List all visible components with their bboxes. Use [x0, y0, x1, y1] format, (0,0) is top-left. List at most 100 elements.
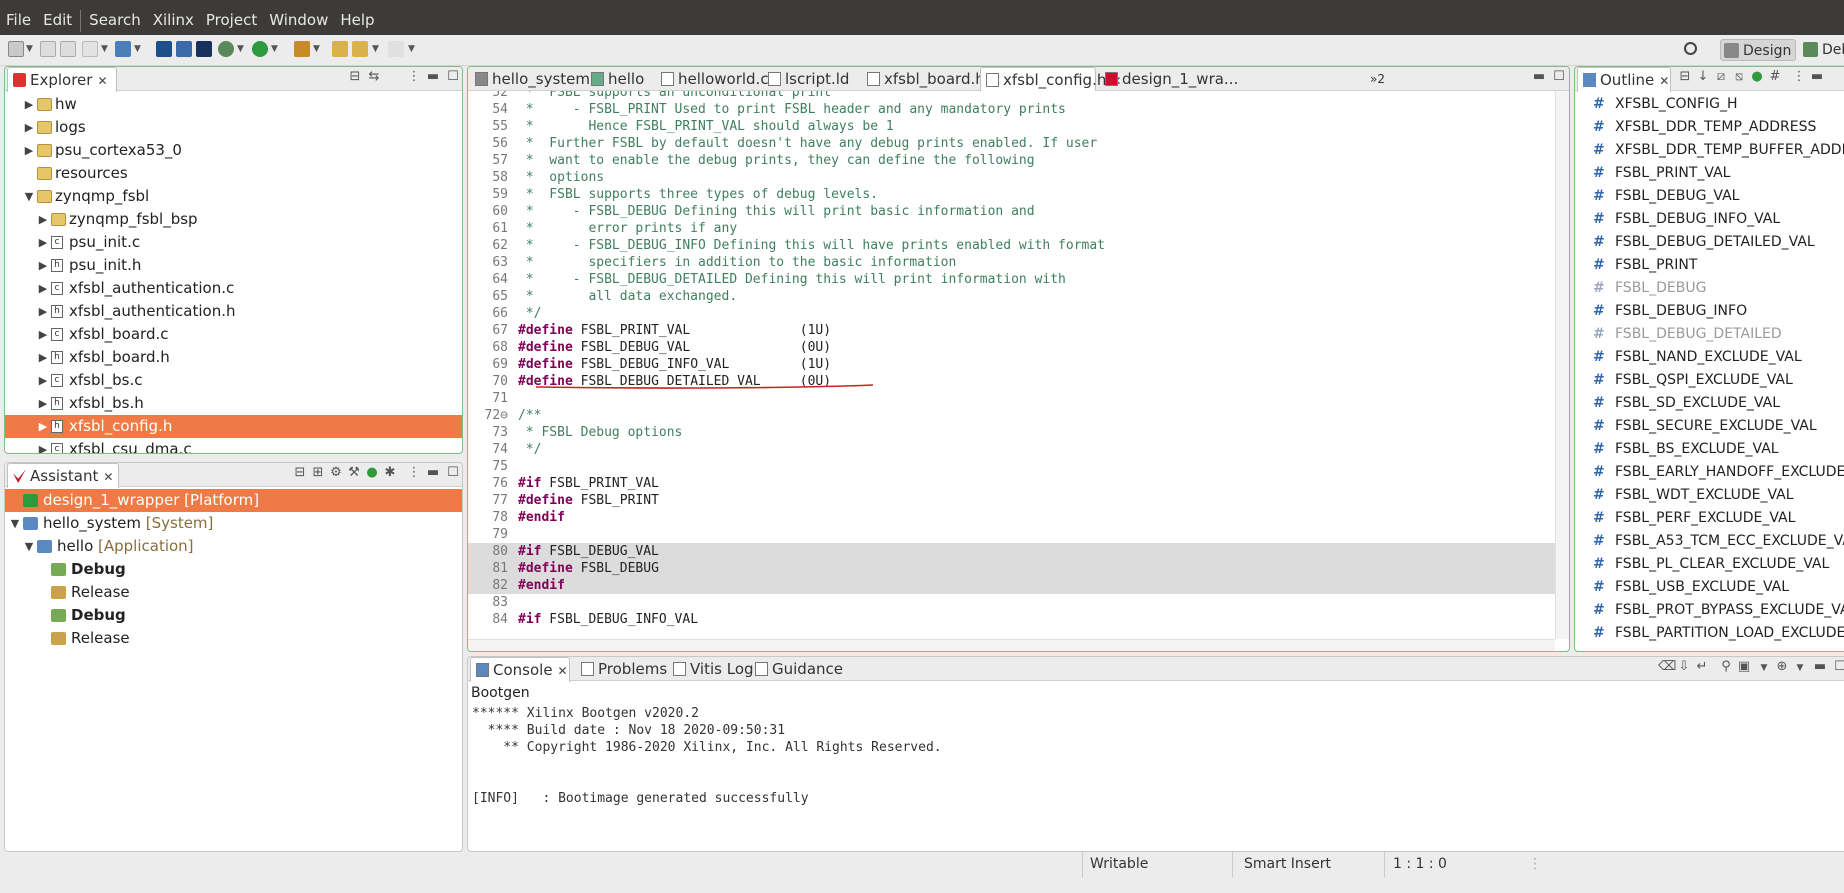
clear-console-icon[interactable]: ⌫ — [1658, 659, 1676, 674]
assistant-item[interactable]: design_1_wrapper [Platform] — [5, 489, 462, 512]
previous-edit-icon[interactable] — [332, 41, 348, 57]
sort-icon[interactable]: ↓ — [1695, 69, 1711, 84]
outline-item[interactable]: # FSBL_PRINT_VAL — [1575, 162, 1844, 185]
maximize-icon[interactable]: ☐ — [1832, 659, 1844, 674]
minimize-icon[interactable]: ▬ — [425, 69, 441, 84]
scroll-lock-icon[interactable]: ⇩ — [1676, 659, 1692, 674]
view-menu-icon[interactable]: ⋮ — [406, 69, 422, 84]
run-icon[interactable] — [252, 41, 268, 57]
close-icon[interactable]: ✕ — [558, 664, 568, 678]
run-icon[interactable]: ● — [364, 465, 380, 480]
outline-item[interactable]: # FSBL_DEBUG_INFO_VAL — [1575, 208, 1844, 231]
word-wrap-icon[interactable]: ↵ — [1694, 659, 1710, 674]
collapse-all-icon[interactable]: ⊟ — [347, 69, 363, 84]
outline-item[interactable]: # FSBL_SD_EXCLUDE_VAL — [1575, 392, 1844, 415]
chevron-down-icon[interactable]: ▼ — [23, 535, 35, 558]
close-icon[interactable]: ✕ — [97, 74, 107, 88]
chevron-right-icon[interactable]: ▶ — [37, 392, 49, 415]
assistant-item[interactable]: ▼ hello_system [System] — [5, 512, 462, 535]
outline-item[interactable]: # FSBL_DEBUG_INFO — [1575, 300, 1844, 323]
outline-item[interactable]: # FSBL_PROT_BYPASS_EXCLUDE_VAL — [1575, 599, 1844, 622]
chevron-down-icon[interactable]: ▼ — [372, 44, 379, 54]
save-icon[interactable] — [40, 41, 56, 57]
chevron-right-icon[interactable]: ▶ — [23, 93, 35, 116]
tree-item[interactable]: ▶ c psu_init.c — [5, 231, 462, 254]
back-icon[interactable] — [352, 41, 368, 57]
chevron-down-icon[interactable]: ▼ — [134, 44, 141, 54]
console-output[interactable]: ****** Xilinx Bootgen v2020.2 **** Build… — [468, 705, 1844, 851]
outline-item[interactable]: # FSBL_EARLY_HANDOFF_EXCLUDE_VAL — [1575, 461, 1844, 484]
refresh-icon[interactable] — [82, 41, 98, 57]
assistant-item[interactable]: Debug — [5, 604, 462, 627]
chevron-down-icon[interactable]: ▼ — [101, 44, 108, 54]
outline-item[interactable]: # FSBL_DEBUG_VAL — [1575, 185, 1844, 208]
group-includes-icon[interactable]: # — [1767, 69, 1783, 84]
perspective-debug-button[interactable]: Debug — [1800, 39, 1844, 61]
tree-item[interactable]: ▶ h xfsbl_bs.h — [5, 392, 462, 415]
minimize-icon[interactable]: ▬ — [1812, 659, 1828, 674]
outline-item[interactable]: # FSBL_A53_TCM_ECC_EXCLUDE_VAL — [1575, 530, 1844, 553]
outline-item[interactable]: # FSBL_DEBUG_DETAILED — [1575, 323, 1844, 346]
chevron-down-icon[interactable]: ▼ — [271, 44, 278, 54]
tree-item[interactable]: ▶ hw — [5, 93, 462, 116]
external-tools-icon[interactable] — [294, 41, 310, 57]
assistant-item[interactable]: Release — [5, 581, 462, 604]
menu-project[interactable]: Project — [200, 6, 263, 35]
chevron-right-icon[interactable]: ▶ — [37, 369, 49, 392]
tab-vitis-log[interactable]: Vitis Log — [668, 657, 754, 681]
outline-item[interactable]: # FSBL_SECURE_EXCLUDE_VAL — [1575, 415, 1844, 438]
outline-item[interactable]: # FSBL_PARTITION_LOAD_EXCLUDE_VAL — [1575, 622, 1844, 645]
outline-item[interactable]: # XFSBL_DDR_TEMP_ADDRESS — [1575, 116, 1844, 139]
tab-outline[interactable]: Outline ✕ — [1577, 67, 1671, 92]
chevron-down-icon[interactable]: ▼ — [9, 512, 21, 535]
expand-all-icon[interactable]: ⊞ — [310, 465, 326, 480]
collapse-all-icon[interactable]: ⊟ — [1677, 69, 1693, 84]
chevron-down-icon[interactable]: ▼ — [313, 44, 320, 54]
build-hammer-icon[interactable] — [115, 41, 131, 57]
display-console-icon[interactable]: ▣ — [1736, 659, 1752, 674]
tree-item[interactable]: resources — [5, 162, 462, 185]
tree-item[interactable]: ▶ psu_cortexa53_0 — [5, 139, 462, 162]
chevron-down-icon[interactable]: ▼ — [1792, 663, 1808, 673]
open-console-icon[interactable]: ⊕ — [1774, 659, 1790, 674]
chevron-right-icon[interactable]: ▶ — [37, 254, 49, 277]
outline-item[interactable]: # FSBL_PL_CLEAR_EXCLUDE_VAL — [1575, 553, 1844, 576]
menu-file[interactable]: File — [0, 6, 37, 35]
maximize-icon[interactable]: ☐ — [445, 69, 461, 84]
debug-bug-icon[interactable]: ✱ — [382, 465, 398, 480]
chevron-right-icon[interactable]: ▶ — [37, 300, 49, 323]
menu-help[interactable]: Help — [334, 6, 380, 35]
tab-assistant[interactable]: Assistant ✕ — [7, 463, 119, 488]
forward-icon[interactable] — [388, 41, 404, 57]
chevron-down-icon[interactable]: ▼ — [23, 185, 35, 208]
outline-item[interactable]: # FSBL_QSPI_EXCLUDE_VAL — [1575, 369, 1844, 392]
save-all-icon[interactable] — [60, 41, 76, 57]
program-fpga-icon[interactable] — [176, 41, 192, 57]
chevron-down-icon[interactable]: ▼ — [1756, 663, 1772, 673]
assistant-item[interactable]: Release — [5, 627, 462, 650]
collapse-all-icon[interactable]: ⊟ — [292, 465, 308, 480]
chevron-right-icon[interactable]: ▶ — [37, 231, 49, 254]
tree-item[interactable]: ▶ h xfsbl_authentication.h — [5, 300, 462, 323]
outline-item[interactable]: # FSBL_NAND_EXCLUDE_VAL — [1575, 346, 1844, 369]
outline-item[interactable]: # FSBL_WDT_EXCLUDE_VAL — [1575, 484, 1844, 507]
perspective-design-button[interactable]: Design — [1720, 39, 1797, 61]
chevron-right-icon[interactable]: ▶ — [37, 438, 49, 453]
close-icon[interactable]: ✕ — [103, 470, 113, 484]
debug-bug-icon[interactable] — [218, 41, 234, 57]
tab-console[interactable]: Console ✕ — [470, 657, 570, 682]
maximize-icon[interactable]: ☐ — [445, 465, 461, 480]
new-icon[interactable] — [8, 41, 24, 57]
chevron-right-icon[interactable]: ▶ — [23, 139, 35, 162]
tree-item[interactable]: ▶ zynqmp_fsbl_bsp — [5, 208, 462, 231]
outline-item[interactable]: # FSBL_PRINT — [1575, 254, 1844, 277]
tree-item[interactable]: ▶ h xfsbl_board.h — [5, 346, 462, 369]
tab-guidance[interactable]: Guidance — [750, 657, 846, 681]
tree-item[interactable]: ▶ h xfsbl_config.h — [5, 415, 462, 438]
menu-edit[interactable]: Edit — [37, 6, 78, 35]
program-flash-icon[interactable] — [196, 41, 212, 57]
pin-console-icon[interactable]: ⚲ — [1718, 659, 1734, 674]
hide-nonpublic-icon[interactable]: ● — [1749, 69, 1765, 84]
chevron-down-icon[interactable]: ▼ — [237, 44, 244, 54]
chevron-right-icon[interactable]: ▶ — [37, 208, 49, 231]
